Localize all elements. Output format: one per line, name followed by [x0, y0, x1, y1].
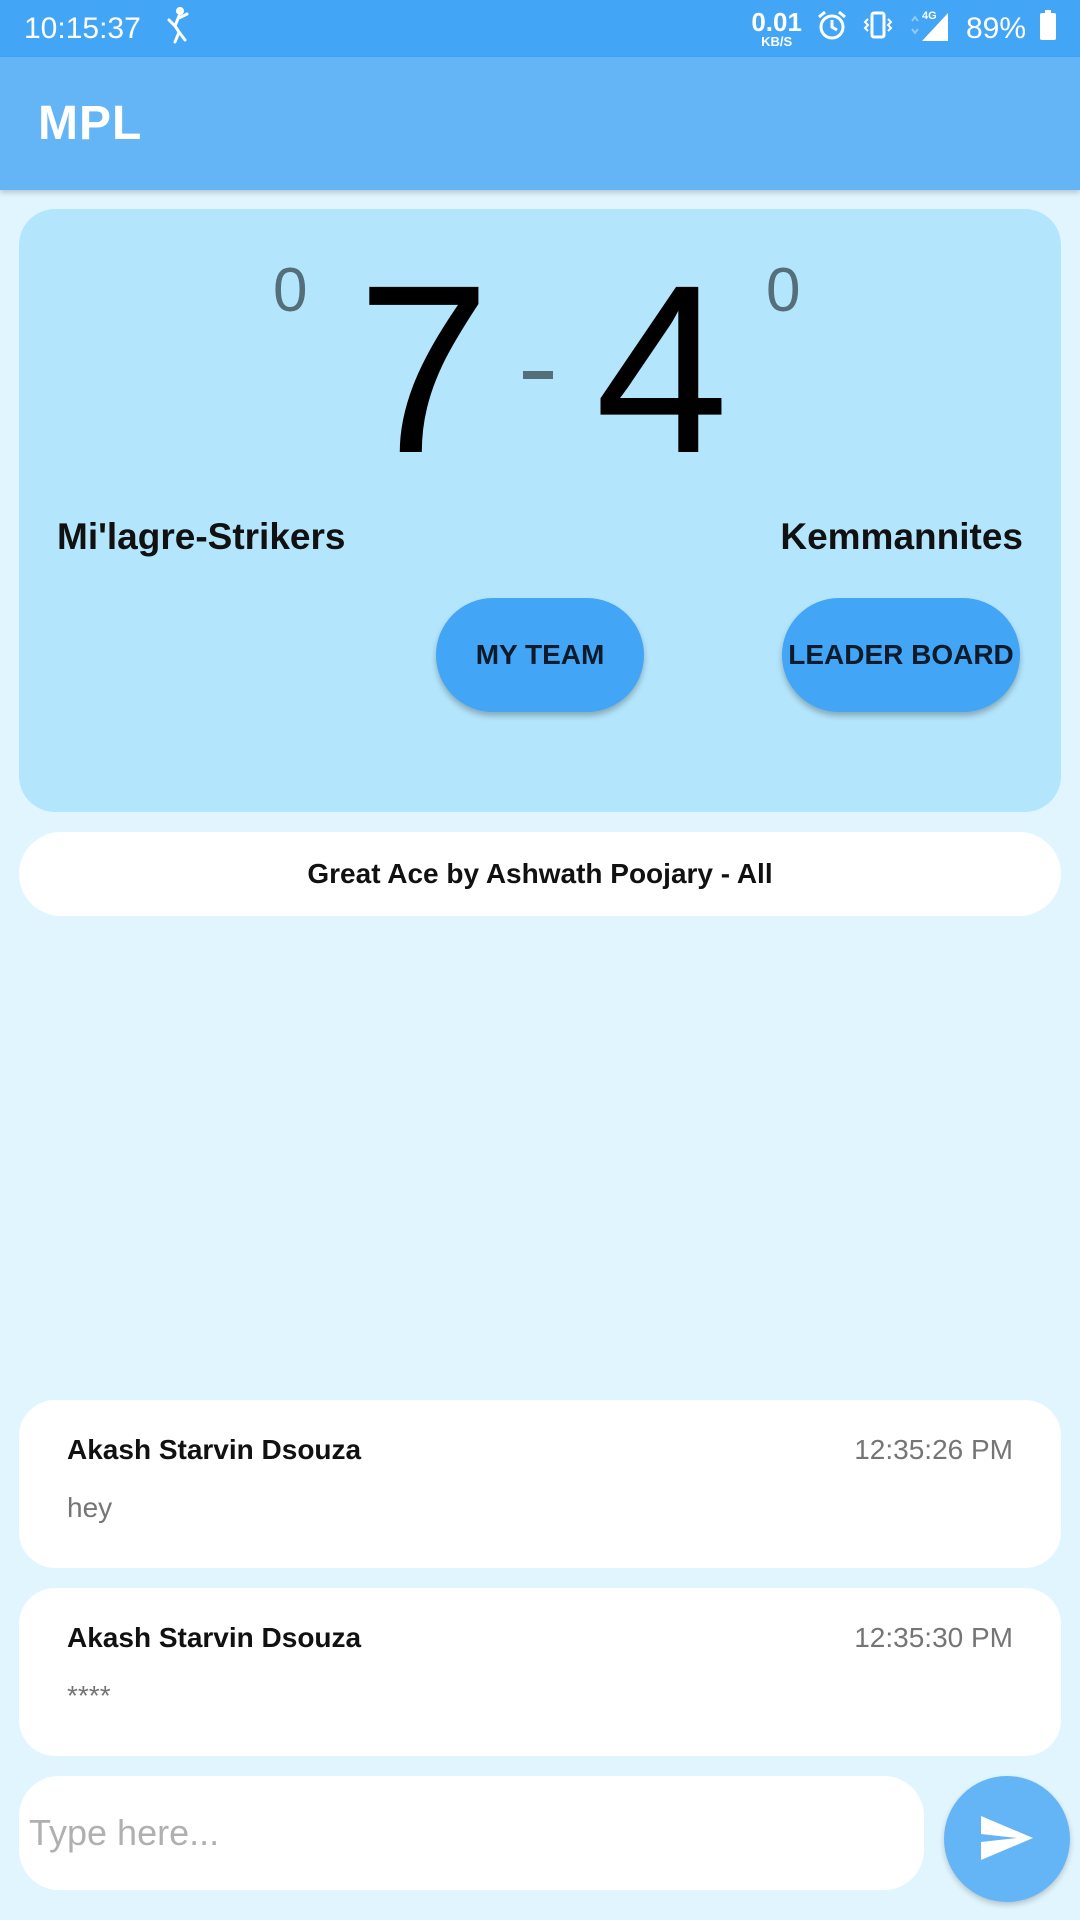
- send-icon: [979, 1814, 1035, 1865]
- message-text: hey: [67, 1492, 113, 1523]
- home-score: 7: [357, 235, 491, 503]
- app-title: MPL: [38, 97, 143, 150]
- event-banner: Great Ace by Ashwath Poojary - All: [19, 832, 1061, 916]
- away-team-name: Kemmannites: [780, 516, 1023, 557]
- battery-level: 89%: [965, 11, 1026, 45]
- app-bar: MPL: [0, 57, 1080, 190]
- volleyball-player-icon: [163, 6, 191, 52]
- network-speed-value: 0.01: [751, 7, 802, 37]
- leader-board-button[interactable]: LEADER BOARD: [782, 598, 1020, 712]
- message-time: 12:35:26 PM: [854, 1434, 1013, 1465]
- message-sender: Akash Starvin Dsouza: [67, 1434, 362, 1465]
- network-type-label: 4G: [922, 10, 937, 22]
- message-time: 12:35:30 PM: [854, 1622, 1013, 1653]
- network-speed-unit: KB/S: [761, 34, 793, 49]
- home-team-name: Mi'lagre-Strikers: [57, 516, 346, 557]
- score-separator: [523, 371, 553, 379]
- send-button[interactable]: [944, 1776, 1070, 1902]
- message-sender: Akash Starvin Dsouza: [67, 1622, 362, 1653]
- chat-message: Akash Starvin Dsouza 12:35:30 PM ****: [19, 1588, 1061, 1756]
- message-input-container: [19, 1776, 924, 1890]
- alarm-icon: [816, 9, 848, 49]
- status-time: 10:15:37: [24, 11, 141, 45]
- network-speed: 0.01 KB/S: [751, 9, 802, 48]
- my-team-button[interactable]: MY TEAM: [436, 598, 644, 712]
- chat-message: Akash Starvin Dsouza 12:35:26 PM hey: [19, 1400, 1061, 1568]
- vibrate-icon: [862, 9, 894, 49]
- away-sets-won: 0: [766, 256, 801, 325]
- event-banner-text: Great Ace by Ashwath Poojary - All: [307, 858, 773, 889]
- signal-icon: 4G: [908, 7, 952, 51]
- away-score: 4: [595, 235, 729, 503]
- message-input[interactable]: [19, 1776, 924, 1890]
- home-sets-won: 0: [273, 256, 308, 325]
- score-card: 0 7 4 0 Mi'lagre-Strikers Kemmannites MY…: [19, 209, 1061, 812]
- message-text: ****: [67, 1680, 111, 1711]
- status-bar: 10:15:37 0.01 KB/S 4G 89%: [0, 0, 1080, 57]
- battery-icon: [1040, 9, 1056, 48]
